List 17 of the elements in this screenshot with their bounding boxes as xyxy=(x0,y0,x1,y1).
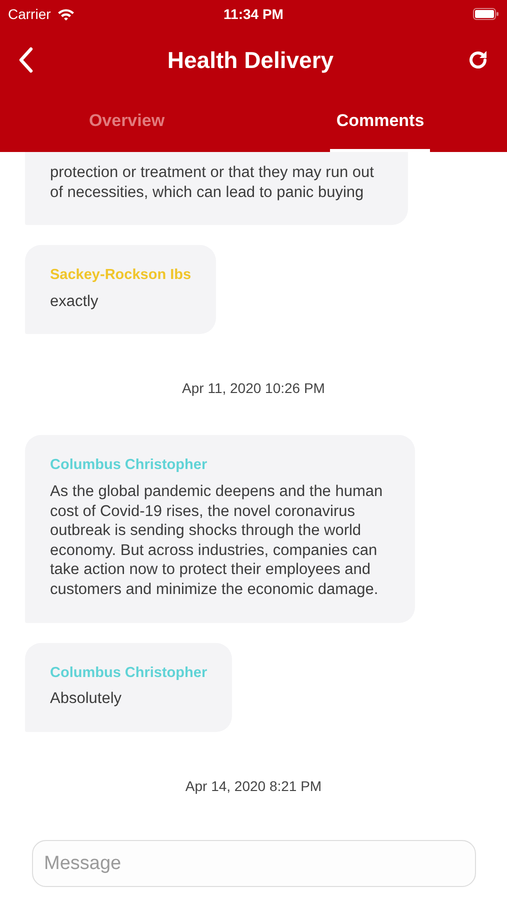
timestamp: Apr 14, 2020 8:21 PM xyxy=(185,778,322,794)
battery-icon xyxy=(473,8,499,20)
message-field[interactable]: Message xyxy=(32,840,476,887)
author-name: Sackey-Rockson Ibs xyxy=(50,266,192,286)
author-name: Columbus Christopher xyxy=(50,664,208,683)
author-name: Columbus Christopher xyxy=(50,456,208,476)
wifi-icon xyxy=(56,8,75,20)
message-text: protection or treatment or that they may run out of necessities, which can lead to panic buying xyxy=(50,163,375,202)
message-text: As the global pandemic deepens and the human cost of Covid-19 rises, the novel coronavirus outbreak is sending shocks through the world economy. But across industries, companies can take action now to protect their employees and customers and minimize the economic damage. xyxy=(50,482,384,600)
refresh-button[interactable] xyxy=(466,49,489,71)
message-text: Absolutely xyxy=(50,689,123,709)
back-button[interactable] xyxy=(18,47,34,73)
status-time: 11:34 PM xyxy=(224,6,284,22)
message-text: exactly xyxy=(50,292,100,312)
carrier-label: Carrier xyxy=(8,6,51,22)
timestamp: Apr 11, 2020 10:26 PM xyxy=(182,380,325,396)
screen-title: Health Delivery xyxy=(167,46,334,74)
